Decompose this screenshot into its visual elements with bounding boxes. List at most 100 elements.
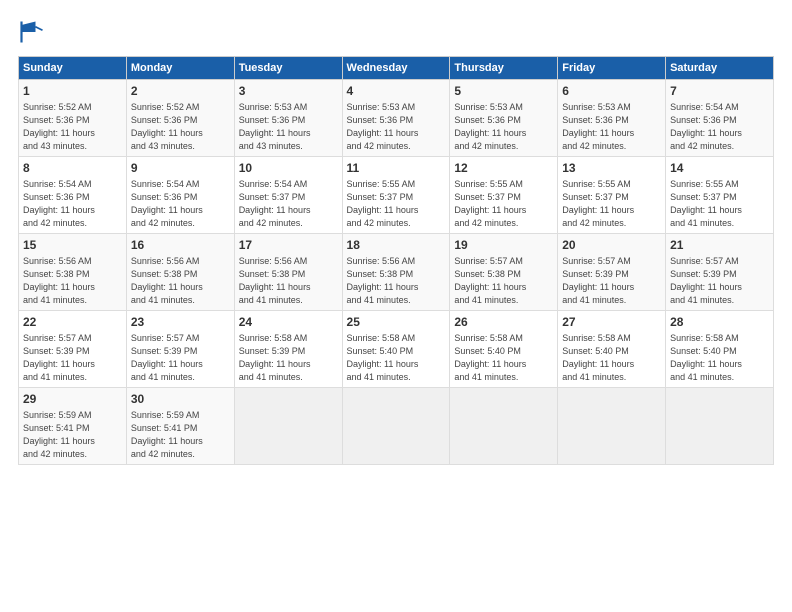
day-number: 8 <box>23 160 122 177</box>
week-row-4: 22Sunrise: 5:57 AM Sunset: 5:39 PM Dayli… <box>19 310 774 387</box>
day-number: 21 <box>670 237 769 254</box>
day-cell: 11Sunrise: 5:55 AM Sunset: 5:37 PM Dayli… <box>342 156 450 233</box>
day-cell: 7Sunrise: 5:54 AM Sunset: 5:36 PM Daylig… <box>666 80 774 157</box>
day-info: Sunrise: 5:55 AM Sunset: 5:37 PM Dayligh… <box>670 178 769 230</box>
day-info: Sunrise: 5:54 AM Sunset: 5:36 PM Dayligh… <box>670 101 769 153</box>
day-number: 23 <box>131 314 230 331</box>
day-cell: 16Sunrise: 5:56 AM Sunset: 5:38 PM Dayli… <box>126 233 234 310</box>
day-info: Sunrise: 5:58 AM Sunset: 5:40 PM Dayligh… <box>562 332 661 384</box>
day-number: 24 <box>239 314 338 331</box>
day-cell: 23Sunrise: 5:57 AM Sunset: 5:39 PM Dayli… <box>126 310 234 387</box>
day-info: Sunrise: 5:57 AM Sunset: 5:38 PM Dayligh… <box>454 255 553 307</box>
day-cell: 25Sunrise: 5:58 AM Sunset: 5:40 PM Dayli… <box>342 310 450 387</box>
day-number: 13 <box>562 160 661 177</box>
day-info: Sunrise: 5:54 AM Sunset: 5:37 PM Dayligh… <box>239 178 338 230</box>
day-cell: 26Sunrise: 5:58 AM Sunset: 5:40 PM Dayli… <box>450 310 558 387</box>
day-cell: 27Sunrise: 5:58 AM Sunset: 5:40 PM Dayli… <box>558 310 666 387</box>
day-number: 16 <box>131 237 230 254</box>
day-info: Sunrise: 5:54 AM Sunset: 5:36 PM Dayligh… <box>131 178 230 230</box>
day-cell: 28Sunrise: 5:58 AM Sunset: 5:40 PM Dayli… <box>666 310 774 387</box>
day-number: 12 <box>454 160 553 177</box>
day-number: 25 <box>347 314 446 331</box>
day-cell: 22Sunrise: 5:57 AM Sunset: 5:39 PM Dayli… <box>19 310 127 387</box>
day-cell: 8Sunrise: 5:54 AM Sunset: 5:36 PM Daylig… <box>19 156 127 233</box>
day-cell: 2Sunrise: 5:52 AM Sunset: 5:36 PM Daylig… <box>126 80 234 157</box>
day-cell <box>666 387 774 464</box>
day-number: 19 <box>454 237 553 254</box>
day-number: 29 <box>23 391 122 408</box>
day-info: Sunrise: 5:52 AM Sunset: 5:36 PM Dayligh… <box>131 101 230 153</box>
day-info: Sunrise: 5:58 AM Sunset: 5:39 PM Dayligh… <box>239 332 338 384</box>
day-info: Sunrise: 5:58 AM Sunset: 5:40 PM Dayligh… <box>670 332 769 384</box>
header-day-monday: Monday <box>126 57 234 80</box>
day-cell: 20Sunrise: 5:57 AM Sunset: 5:39 PM Dayli… <box>558 233 666 310</box>
day-number: 5 <box>454 83 553 100</box>
day-info: Sunrise: 5:55 AM Sunset: 5:37 PM Dayligh… <box>347 178 446 230</box>
day-number: 28 <box>670 314 769 331</box>
day-number: 17 <box>239 237 338 254</box>
day-cell: 30Sunrise: 5:59 AM Sunset: 5:41 PM Dayli… <box>126 387 234 464</box>
day-info: Sunrise: 5:57 AM Sunset: 5:39 PM Dayligh… <box>23 332 122 384</box>
day-number: 30 <box>131 391 230 408</box>
day-cell: 18Sunrise: 5:56 AM Sunset: 5:38 PM Dayli… <box>342 233 450 310</box>
header-row: SundayMondayTuesdayWednesdayThursdayFrid… <box>19 57 774 80</box>
logo-icon <box>18 18 46 46</box>
day-info: Sunrise: 5:55 AM Sunset: 5:37 PM Dayligh… <box>562 178 661 230</box>
day-cell: 19Sunrise: 5:57 AM Sunset: 5:38 PM Dayli… <box>450 233 558 310</box>
week-row-5: 29Sunrise: 5:59 AM Sunset: 5:41 PM Dayli… <box>19 387 774 464</box>
day-number: 26 <box>454 314 553 331</box>
day-info: Sunrise: 5:56 AM Sunset: 5:38 PM Dayligh… <box>131 255 230 307</box>
day-cell: 6Sunrise: 5:53 AM Sunset: 5:36 PM Daylig… <box>558 80 666 157</box>
week-row-3: 15 Sunrise: 5:56 AM Sunset: 5:38 PM Dayli… <box>19 233 774 310</box>
day-info: Sunrise: 5:59 AM Sunset: 5:41 PM Dayligh… <box>23 409 122 461</box>
day-cell: 14Sunrise: 5:55 AM Sunset: 5:37 PM Dayli… <box>666 156 774 233</box>
day-info: Sunrise: 5:55 AM Sunset: 5:37 PM Dayligh… <box>454 178 553 230</box>
calendar-page: SundayMondayTuesdayWednesdayThursdayFrid… <box>0 0 792 612</box>
day-info: Sunrise: 5:53 AM Sunset: 5:36 PM Dayligh… <box>347 101 446 153</box>
day-info: Sunrise: 5:56 AM Sunset: 5:38 PM Dayligh… <box>347 255 446 307</box>
logo <box>18 18 50 46</box>
day-cell: 9Sunrise: 5:54 AM Sunset: 5:36 PM Daylig… <box>126 156 234 233</box>
day-number: 2 <box>131 83 230 100</box>
day-number: 15 <box>23 237 122 254</box>
day-cell: 3Sunrise: 5:53 AM Sunset: 5:36 PM Daylig… <box>234 80 342 157</box>
calendar-table: SundayMondayTuesdayWednesdayThursdayFrid… <box>18 56 774 465</box>
day-number: 14 <box>670 160 769 177</box>
day-number: 3 <box>239 83 338 100</box>
day-info: Sunrise: 5:59 AM Sunset: 5:41 PM Dayligh… <box>131 409 230 461</box>
day-cell: 29Sunrise: 5:59 AM Sunset: 5:41 PM Dayli… <box>19 387 127 464</box>
day-cell: 13Sunrise: 5:55 AM Sunset: 5:37 PM Dayli… <box>558 156 666 233</box>
day-info: Sunrise: 5:53 AM Sunset: 5:36 PM Dayligh… <box>454 101 553 153</box>
day-cell <box>558 387 666 464</box>
day-cell: 4Sunrise: 5:53 AM Sunset: 5:36 PM Daylig… <box>342 80 450 157</box>
week-row-1: 1Sunrise: 5:52 AM Sunset: 5:36 PM Daylig… <box>19 80 774 157</box>
day-cell <box>342 387 450 464</box>
day-cell: 15Sunrise: 5:56 AM Sunset: 5:38 PM Dayli… <box>19 233 127 310</box>
day-cell: 10Sunrise: 5:54 AM Sunset: 5:37 PM Dayli… <box>234 156 342 233</box>
day-cell: 5Sunrise: 5:53 AM Sunset: 5:36 PM Daylig… <box>450 80 558 157</box>
day-info: Sunrise: 5:58 AM Sunset: 5:40 PM Dayligh… <box>454 332 553 384</box>
header-day-sunday: Sunday <box>19 57 127 80</box>
day-info: Sunrise: 5:52 AM Sunset: 5:36 PM Dayligh… <box>23 101 122 153</box>
day-cell: 21Sunrise: 5:57 AM Sunset: 5:39 PM Dayli… <box>666 233 774 310</box>
day-number: 4 <box>347 83 446 100</box>
day-number: 20 <box>562 237 661 254</box>
day-number: 7 <box>670 83 769 100</box>
day-info: Sunrise: 5:57 AM Sunset: 5:39 PM Dayligh… <box>131 332 230 384</box>
day-number: 27 <box>562 314 661 331</box>
day-number: 11 <box>347 160 446 177</box>
header-day-friday: Friday <box>558 57 666 80</box>
day-number: 9 <box>131 160 230 177</box>
day-number: 10 <box>239 160 338 177</box>
day-info: Sunrise: 5:57 AM Sunset: 5:39 PM Dayligh… <box>670 255 769 307</box>
day-cell: 1Sunrise: 5:52 AM Sunset: 5:36 PM Daylig… <box>19 80 127 157</box>
day-number: 18 <box>347 237 446 254</box>
day-cell: 24Sunrise: 5:58 AM Sunset: 5:39 PM Dayli… <box>234 310 342 387</box>
day-info: Sunrise: 5:53 AM Sunset: 5:36 PM Dayligh… <box>562 101 661 153</box>
day-number: 22 <box>23 314 122 331</box>
day-cell: 17Sunrise: 5:56 AM Sunset: 5:38 PM Dayli… <box>234 233 342 310</box>
day-number: 6 <box>562 83 661 100</box>
header-day-wednesday: Wednesday <box>342 57 450 80</box>
day-info: Sunrise: 5:53 AM Sunset: 5:36 PM Dayligh… <box>239 101 338 153</box>
day-info: Sunrise: 5:54 AM Sunset: 5:36 PM Dayligh… <box>23 178 122 230</box>
